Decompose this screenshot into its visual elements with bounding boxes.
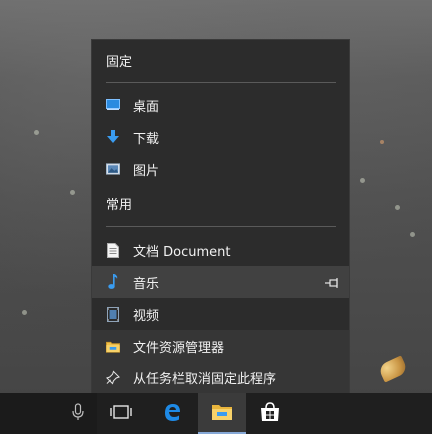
jump-item-downloads[interactable]: 下载 [92,121,349,153]
wallpaper-speck [410,232,415,237]
jump-item-label: 桌面 [133,99,160,115]
store-icon [260,401,280,426]
wallpaper-speck [70,190,75,195]
jump-item-pictures[interactable]: 图片 [92,153,349,185]
wallpaper-speck [360,178,365,183]
pinned-header: 固定 [106,55,133,70]
taskbar [0,393,432,434]
jump-list-menu: 固定 桌面 下载 图片 常用 文档 Document 音乐 视频 文件资源管理器… [92,40,349,393]
jump-item-music[interactable]: 音乐 [92,266,349,298]
file-explorer-button[interactable] [198,393,246,434]
task-view-button[interactable] [97,393,145,434]
pin-icon[interactable] [325,275,341,289]
jump-item-desktop[interactable]: 桌面 [92,89,349,121]
task-view-icon [110,404,132,424]
jump-item-label: 从任务栏取消固定此程序 [133,372,277,387]
jump-item-label: 视频 [133,308,160,324]
wallpaper-speck [22,310,27,315]
separator [106,82,336,83]
unpin-icon [106,370,120,385]
edge-icon [162,402,182,426]
separator [106,226,336,227]
action-unpin-from-taskbar[interactable]: 从任务栏取消固定此程序 [92,362,349,393]
action-file-explorer[interactable]: 文件资源管理器 [92,330,349,362]
jump-item-video[interactable]: 视频 [92,298,349,330]
jump-item-label: 下载 [133,131,160,147]
microphone-button[interactable] [54,393,102,434]
jump-item-label: 图片 [133,163,160,179]
music-icon [106,274,120,289]
video-icon [106,306,120,322]
jump-item-label: 文件资源管理器 [133,340,225,356]
file-explorer-icon [211,403,233,425]
jump-item-label: 音乐 [133,276,160,292]
microphone-icon [72,402,84,425]
folder-icon [106,339,120,353]
frequent-header: 常用 [106,198,133,213]
document-icon [106,242,120,258]
wallpaper-speck [34,130,39,135]
wallpaper-speck [395,205,400,210]
store-button[interactable] [246,393,294,434]
wallpaper-speck [380,140,384,144]
edge-button[interactable] [148,393,196,434]
jump-item-document[interactable]: 文档 Document [92,234,349,266]
jump-item-label: 文档 Document [133,244,231,260]
download-icon [106,130,120,144]
desktop-icon [106,98,120,112]
pictures-icon [106,162,120,176]
